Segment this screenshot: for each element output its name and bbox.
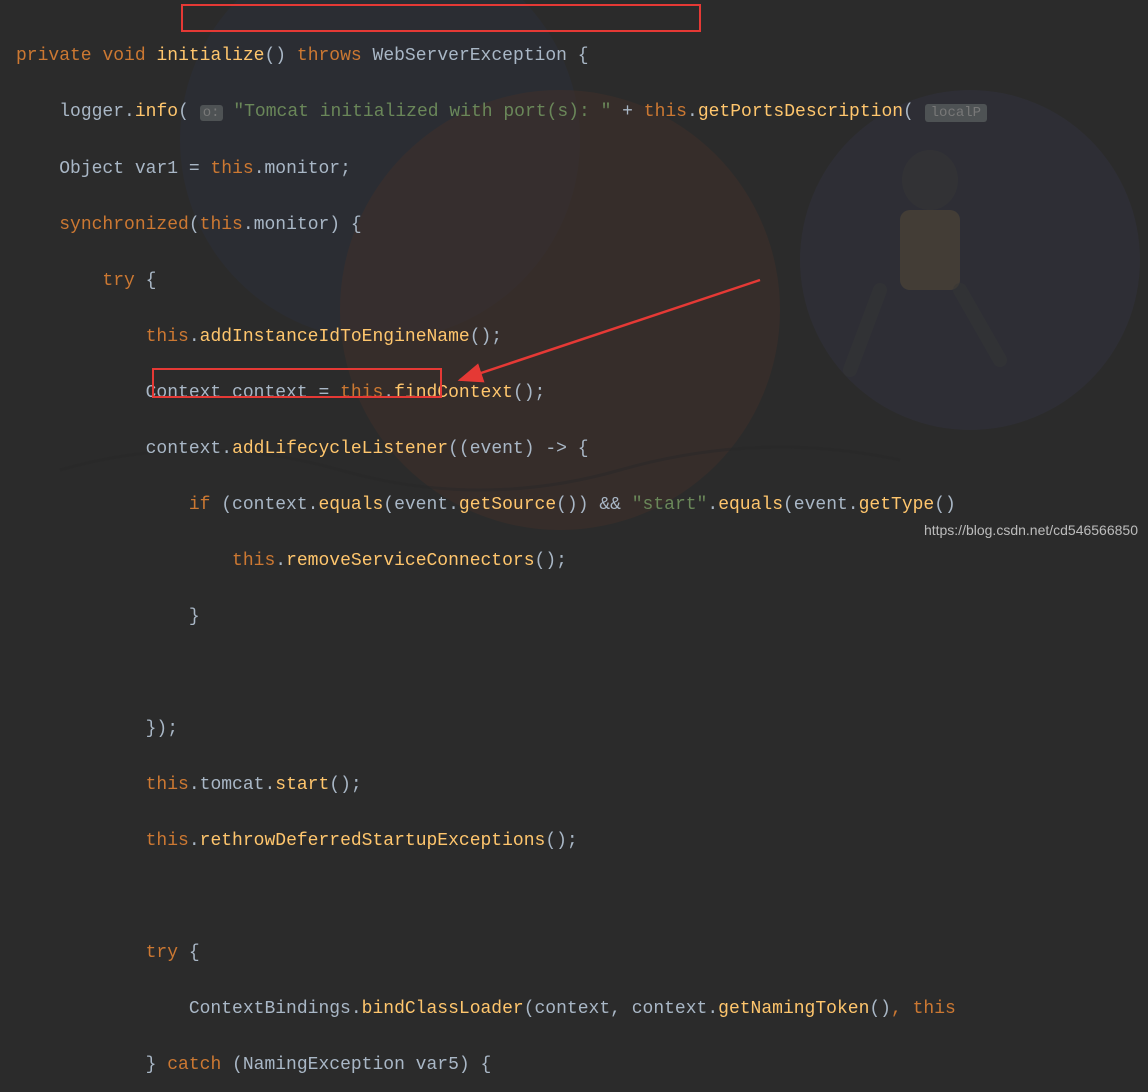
code-line: synchronized(this.monitor) { [16,211,1148,239]
code-line: ContextBindings.bindClassLoader(context,… [16,995,1148,1023]
keyword-private: private [16,46,92,66]
keyword-void: void [102,46,145,66]
watermark-text: https://blog.csdn.net/cd546566850 [924,522,1138,538]
code-line [16,659,1148,687]
code-line: logger.info( o: "Tomcat initialized with… [16,98,1148,127]
keyword-try: try [146,943,178,963]
method-name: initialize [156,46,264,66]
code-line: private void initialize() throws WebServ… [16,42,1148,70]
code-line: try { [16,267,1148,295]
code-line: }); [16,715,1148,743]
code-line [16,883,1148,911]
code-line: context.addLifecycleListener((event) -> … [16,435,1148,463]
param-hint: o: [200,105,223,121]
code-line: if (context.equals(event.getSource()) &&… [16,491,1148,519]
code-line: this.rethrowDeferredStartupExceptions(); [16,827,1148,855]
keyword-try: try [102,271,134,291]
keyword-synchronized: synchronized [59,215,189,235]
code-line: } catch (NamingException var5) { [16,1051,1148,1079]
exception-type: WebServerException [373,46,567,66]
code-line: Context context = this.findContext(); [16,379,1148,407]
code-line: try { [16,939,1148,967]
keyword-catch: catch [167,1055,221,1075]
keyword-throws: throws [297,46,362,66]
code-line: this.removeServiceConnectors(); [16,547,1148,575]
string-literal: "Tomcat initialized with port(s): " [233,102,611,122]
param-label: localP [925,104,987,122]
keyword-if: if [189,495,211,515]
code-editor[interactable]: private void initialize() throws WebServ… [0,0,1148,1092]
code-line: Object var1 = this.monitor; [16,155,1148,183]
code-line: } [16,603,1148,631]
code-line: this.tomcat.start(); [16,771,1148,799]
code-line: this.addInstanceIdToEngineName(); [16,323,1148,351]
